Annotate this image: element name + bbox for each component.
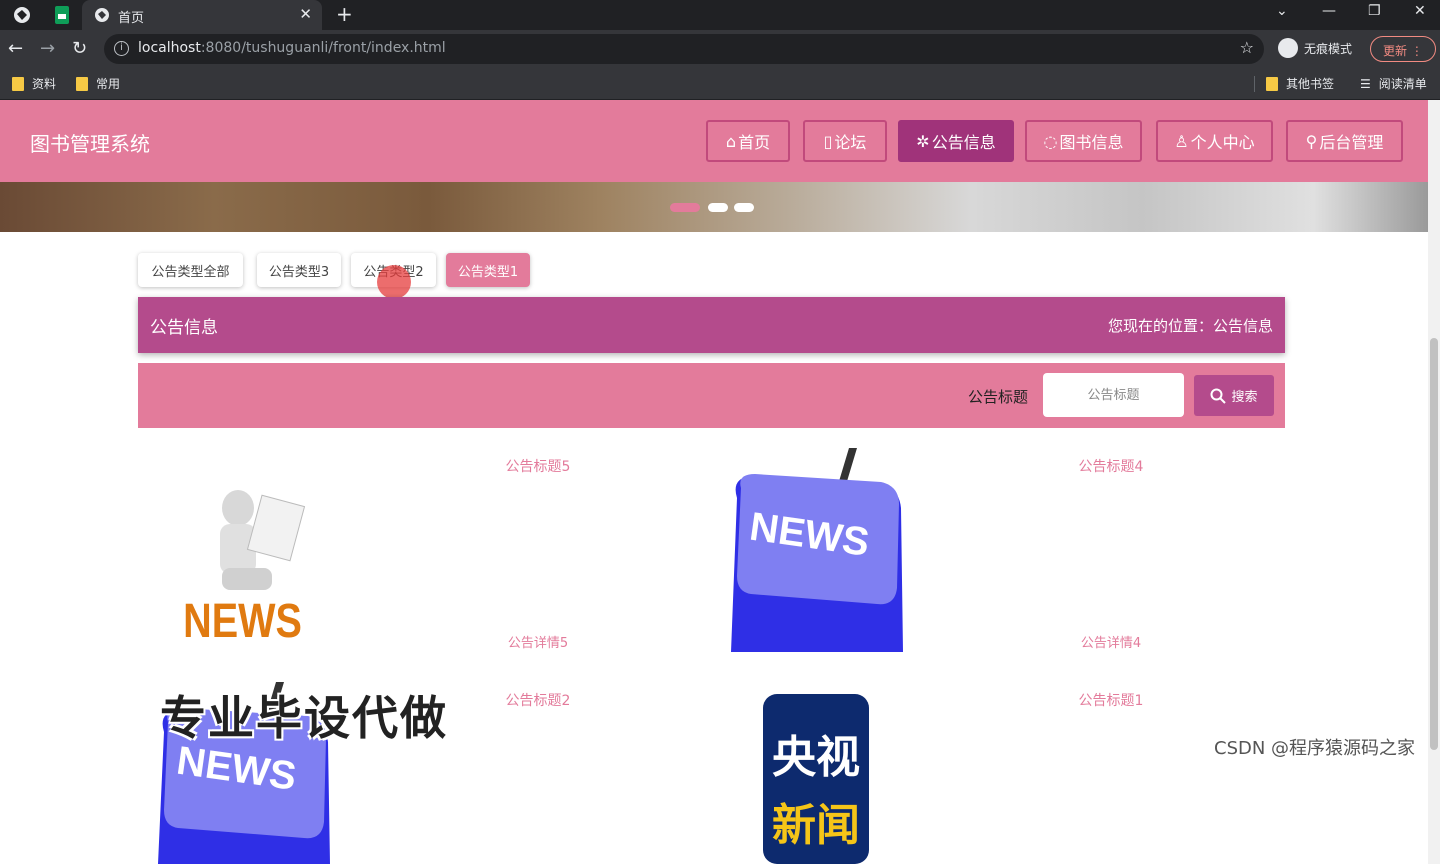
browser-tab-strip: 首页 ✕ + ⌄ — ❐ ✕ [0, 0, 1440, 30]
url-text: localhost:8080/tushuguanli/front/index.h… [138, 40, 446, 56]
svg-text:新闻: 新闻 [772, 800, 860, 851]
bookmarks-bar: 资料 常用 其他书签 ☰ 阅读清单 [0, 68, 1440, 100]
notice-card[interactable]: NEWS 公告标题5 公告详情5 [158, 448, 718, 658]
folder-icon [1266, 76, 1278, 91]
notice-title[interactable]: 公告标题2 [478, 690, 598, 710]
incognito-icon [1278, 38, 1298, 58]
tab-search-icon[interactable]: ⌄ [1276, 3, 1288, 19]
carousel-dot[interactable] [734, 203, 754, 212]
site-title: 图书管理系统 [30, 132, 150, 156]
other-bookmarks[interactable]: 其他书签 [1266, 75, 1334, 92]
nav-home[interactable]: ⌂ 首页 [706, 120, 790, 162]
bookmark-folder[interactable]: 资料 [12, 75, 56, 92]
scrollbar-thumb[interactable] [1430, 338, 1438, 750]
address-bar: ← → ↻ i localhost:8080/tushuguanli/front… [0, 30, 1440, 68]
news-figure-image: NEWS [183, 490, 306, 648]
notice-card[interactable]: 央视 新闻 公告标题1 [731, 682, 1291, 864]
notice-desc: 公告详情4 [1080, 636, 1142, 651]
minimize-icon[interactable]: — [1322, 3, 1336, 19]
user-icon: ♙ [1174, 131, 1189, 151]
carousel-banner[interactable] [0, 182, 1428, 232]
search-label: 公告标题 [968, 388, 1029, 406]
new-tab-icon[interactable]: + [336, 2, 353, 26]
svg-text:央视: 央视 [772, 732, 860, 783]
active-tab[interactable]: 首页 ✕ [82, 0, 322, 30]
close-tab-icon[interactable]: ✕ [299, 5, 312, 23]
notice-title[interactable]: 公告标题5 [478, 456, 598, 476]
spreadsheet-tab-icon[interactable] [52, 5, 72, 25]
search-button-label: 搜索 [1231, 390, 1258, 405]
bookmark-separator [1254, 76, 1255, 92]
reading-list-icon: ☰ [1360, 76, 1371, 91]
browser-menu-icon[interactable] [12, 5, 32, 25]
folder-icon [12, 76, 24, 91]
bookmark-label: 资料 [32, 77, 57, 91]
carousel-dot[interactable] [670, 203, 700, 212]
bookmark-label: 常用 [96, 77, 121, 91]
book-icon: ◌ [1043, 131, 1058, 151]
update-label: 更新 [1383, 44, 1408, 58]
reading-list[interactable]: ☰ 阅读清单 [1360, 75, 1427, 92]
back-icon[interactable]: ← [8, 38, 23, 59]
incognito-label: 无痕模式 [1304, 41, 1353, 56]
chip-label: 公告类型1 [457, 264, 519, 280]
site-header: 图书管理系统 ⌂ 首页 ▯ 论坛 ✲ 公告信息 ◌ 图书信息 ♙ 个人中心 ⚲ 后台管理 [0, 100, 1428, 182]
carousel-dot[interactable] [708, 203, 728, 212]
search-input[interactable] [1043, 373, 1184, 417]
nav-label: 公告信息 [931, 133, 996, 152]
search-button[interactable]: 搜索 [1194, 375, 1274, 416]
promo-overlay-text: 专业毕设代做 [160, 691, 448, 745]
page-scrollbar[interactable] [1428, 100, 1440, 864]
home-icon: ⌂ [725, 131, 737, 151]
notice-title[interactable]: 公告标题1 [1051, 690, 1171, 710]
category-1[interactable]: 公告类型1 [446, 253, 530, 287]
restore-icon[interactable]: ❐ [1368, 3, 1381, 19]
nav-admin[interactable]: ⚲ 后台管理 [1286, 120, 1403, 162]
breadcrumb: 您现在的位置：公告信息 [1107, 317, 1273, 335]
link-icon: ⚲ [1305, 131, 1318, 151]
category-all[interactable]: 公告类型全部 [138, 253, 243, 287]
search-panel: 公告标题 搜索 [138, 363, 1285, 428]
nav-books[interactable]: ◌ 图书信息 [1025, 120, 1142, 162]
update-button[interactable]: 更新 ⋮ [1370, 36, 1436, 62]
globe-icon [92, 5, 112, 25]
nav-notice[interactable]: ✲ 公告信息 [898, 120, 1014, 162]
nav-label: 图书信息 [1059, 133, 1124, 152]
notice-desc: 公告详情5 [507, 636, 569, 651]
bookmark-label: 阅读清单 [1378, 77, 1427, 91]
category-3[interactable]: 公告类型3 [257, 253, 341, 287]
svg-text:NEWS: NEWS [183, 595, 302, 648]
bookmark-folder[interactable]: 常用 [76, 75, 120, 92]
nav-label: 论坛 [834, 133, 867, 152]
search-icon [1210, 388, 1227, 404]
notice-icon: ✲ [916, 131, 930, 151]
url-field[interactable]: i localhost:8080/tushuguanli/front/index… [104, 34, 1264, 64]
bookmark-label: 其他书签 [1286, 77, 1335, 91]
site-info-icon[interactable]: i [114, 41, 129, 56]
location-bar: 公告信息 您现在的位置：公告信息 [138, 297, 1285, 353]
notice-card[interactable]: NEWS 公告标题4 公告详情4 [731, 448, 1291, 658]
folder-icon [76, 76, 88, 91]
chip-label: 公告类型3 [268, 264, 330, 280]
incognito-indicator[interactable]: 无痕模式 [1278, 38, 1352, 58]
nav-forum[interactable]: ▯ 论坛 [803, 120, 887, 162]
cctv-news-image: 央视 新闻 [763, 694, 869, 864]
chip-label: 公告类型全部 [151, 264, 230, 280]
close-window-icon[interactable]: ✕ [1414, 3, 1426, 19]
forward-icon[interactable]: → [40, 38, 55, 59]
click-indicator [377, 265, 411, 299]
notice-title[interactable]: 公告标题4 [1051, 456, 1171, 476]
nav-label: 个人中心 [1190, 133, 1255, 152]
reload-icon[interactable]: ↻ [72, 38, 87, 59]
csdn-watermark: CSDN @程序猿源码之家 [1214, 738, 1416, 759]
tab-title: 首页 [118, 11, 145, 26]
section-title: 公告信息 [150, 318, 218, 338]
bookmark-star-icon[interactable]: ☆ [1240, 38, 1254, 57]
nav-profile[interactable]: ♙ 个人中心 [1156, 120, 1273, 162]
nav-label: 首页 [738, 133, 771, 152]
nav-label: 后台管理 [1319, 133, 1384, 152]
forum-icon: ▯ [823, 131, 833, 151]
news-key-image: NEWS [731, 448, 903, 652]
